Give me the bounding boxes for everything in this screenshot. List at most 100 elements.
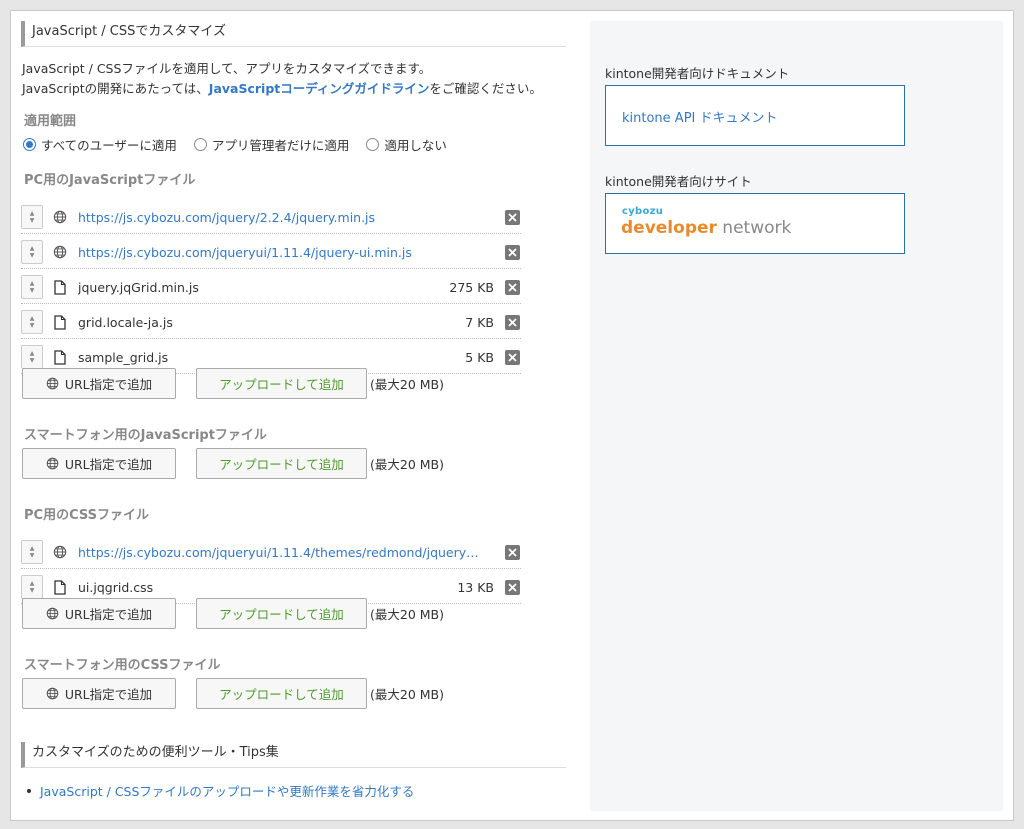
settings-column: JavaScript / CSSでカスタマイズ JavaScript / CSS… (11, 11, 581, 820)
reorder-handle[interactable]: ▲ ▼ (21, 345, 43, 369)
sp-css-add-buttons: URL指定で追加 アップロードして追加 (最大20 MB) (22, 678, 444, 709)
side-panel: kintone開発者向けドキュメント kintone API ドキュメント ki… (590, 21, 1003, 811)
reorder-handle[interactable]: ▲ ▼ (21, 575, 43, 599)
chevron-down-icon: ▼ (29, 552, 35, 559)
file-name: sample_grid.js (78, 349, 169, 365)
radio-all-users[interactable]: すべてのユーザーに適用 (23, 135, 177, 154)
api-doc-box[interactable]: kintone API ドキュメント (605, 85, 905, 146)
globe-icon (53, 210, 67, 224)
globe-icon (53, 545, 67, 559)
section-title-tips: カスタマイズのための便利ツール・Tips集 (21, 742, 566, 768)
url-type-icon (52, 544, 68, 560)
tips-list: JavaScript / CSSファイルのアップロードや更新作業を省力化する (27, 781, 414, 800)
description-text: をご確認ください。 (429, 81, 542, 96)
logo-network: network (716, 218, 792, 238)
radio-admins-only[interactable]: アプリ管理者だけに適用 (193, 135, 349, 154)
remove-file-button[interactable] (505, 314, 520, 330)
chevron-down-icon: ▼ (29, 322, 35, 329)
upload-button[interactable]: アップロードして追加 (196, 368, 367, 399)
pc-css-heading: PC用のCSSファイル (24, 508, 149, 523)
coding-guideline-link[interactable]: JavaScriptコーディングガイドライン (209, 81, 430, 96)
reorder-handle[interactable]: ▲ ▼ (21, 240, 43, 264)
radio-do-not-apply[interactable]: 適用しない (366, 135, 447, 154)
add-url-button[interactable]: URL指定で追加 (22, 598, 176, 629)
section-title-customize: JavaScript / CSSでカスタマイズ (21, 21, 566, 47)
file-url-link[interactable]: https://js.cybozu.com/jqueryui/1.11.4/jq… (78, 245, 494, 260)
api-doc-link[interactable]: kintone API ドキュメント (622, 107, 778, 126)
file-type-icon (52, 579, 68, 595)
cybozu-logo-text: cybozu (622, 206, 664, 217)
add-url-button[interactable]: URL指定で追加 (22, 368, 176, 399)
remove-file-button[interactable] (505, 279, 520, 295)
scope-radio-group: すべてのユーザーに適用 アプリ管理者だけに適用 適用しない (23, 135, 464, 154)
globe-icon (46, 377, 59, 390)
file-size: 13 KB (457, 579, 494, 595)
globe-icon (46, 687, 59, 700)
add-url-button[interactable]: URL指定で追加 (22, 678, 176, 709)
button-label: URL指定で追加 (64, 607, 153, 622)
pc-js-add-buttons: URL指定で追加 アップロードして追加 (最大20 MB) (22, 368, 444, 399)
remove-file-button[interactable] (505, 349, 520, 365)
close-icon (508, 212, 517, 222)
remove-file-button[interactable] (505, 579, 520, 595)
chevron-up-icon: ▲ (29, 210, 35, 217)
url-type-icon (52, 209, 68, 225)
max-size-note: (最大20 MB) (370, 377, 444, 392)
file-name: jquery.jqGrid.min.js (78, 279, 199, 295)
chevron-up-icon: ▲ (29, 315, 35, 322)
customize-panel: JavaScript / CSSでカスタマイズ JavaScript / CSS… (10, 10, 1014, 821)
file-url-link[interactable]: https://js.cybozu.com/jqueryui/1.11.4/th… (78, 545, 494, 560)
remove-file-button[interactable] (505, 544, 520, 560)
close-icon (508, 247, 517, 257)
doc-label: kintone開発者向けドキュメント (605, 66, 790, 81)
reorder-handle[interactable]: ▲ ▼ (21, 310, 43, 334)
chevron-up-icon: ▲ (29, 350, 35, 357)
developer-network-box[interactable]: cybozu developer network (605, 193, 905, 254)
button-label: URL指定で追加 (64, 457, 153, 472)
logo-developer: developer (621, 218, 717, 238)
reorder-handle[interactable]: ▲ ▼ (21, 540, 43, 564)
chevron-down-icon: ▼ (29, 587, 35, 594)
file-name: grid.locale-ja.js (78, 314, 173, 330)
file-row: ▲ ▼ https://js.cybozu.com/jquery/2.2.4/jqu… (21, 201, 521, 234)
file-url-link[interactable]: https://js.cybozu.com/jquery/2.2.4/jquer… (78, 210, 494, 225)
button-label: URL指定で追加 (64, 377, 153, 392)
close-icon (508, 282, 517, 292)
radio-label: 適用しない (384, 138, 447, 153)
chevron-down-icon: ▼ (29, 252, 35, 259)
globe-icon (53, 245, 67, 259)
close-icon (508, 352, 517, 362)
radio-button[interactable] (193, 138, 207, 151)
globe-icon (46, 607, 59, 620)
chevron-down-icon: ▼ (29, 287, 35, 294)
tips-link[interactable]: JavaScript / CSSファイルのアップロードや更新作業を省力化する (40, 781, 414, 800)
reorder-handle[interactable]: ▲ ▼ (21, 205, 43, 229)
file-row: ▲ ▼ https://js.cybozu.com/jqueryui/1.11.4/… (21, 236, 521, 269)
description-line-1: JavaScript / CSSファイルを適用して、アプリをカスタマイズできます… (22, 61, 432, 76)
remove-file-button[interactable] (505, 209, 520, 225)
globe-icon (46, 457, 59, 470)
radio-button[interactable] (366, 138, 380, 151)
radio-button[interactable] (23, 138, 36, 151)
remove-file-button[interactable] (505, 244, 520, 260)
developer-network-logo: developer network (621, 218, 791, 238)
file-row: ▲ ▼ jquery.jqGrid.min.js 275 KB (21, 271, 521, 304)
file-name: ui.jqgrid.css (78, 579, 154, 595)
file-icon (54, 349, 66, 365)
file-row: ▲ ▼ grid.locale-ja.js 7 KB (21, 306, 521, 339)
file-icon (54, 279, 66, 295)
sp-js-heading: スマートフォン用のJavaScriptファイル (24, 428, 267, 443)
description-line-2: JavaScriptの開発にあたっては、JavaScriptコーディングガイドラ… (22, 79, 542, 99)
chevron-up-icon: ▲ (29, 545, 35, 552)
add-url-button[interactable]: URL指定で追加 (22, 448, 176, 479)
upload-button[interactable]: アップロードして追加 (196, 678, 367, 709)
bullet (27, 788, 31, 793)
reorder-handle[interactable]: ▲ ▼ (21, 275, 43, 299)
file-size: 5 KB (465, 349, 494, 365)
upload-button[interactable]: アップロードして追加 (196, 598, 367, 629)
upload-button[interactable]: アップロードして追加 (196, 448, 367, 479)
description-text: JavaScriptの開発にあたっては、 (22, 81, 209, 96)
pc-js-heading: PC用のJavaScriptファイル (24, 173, 196, 188)
close-icon (508, 547, 517, 557)
scope-heading: 適用範囲 (24, 114, 77, 129)
